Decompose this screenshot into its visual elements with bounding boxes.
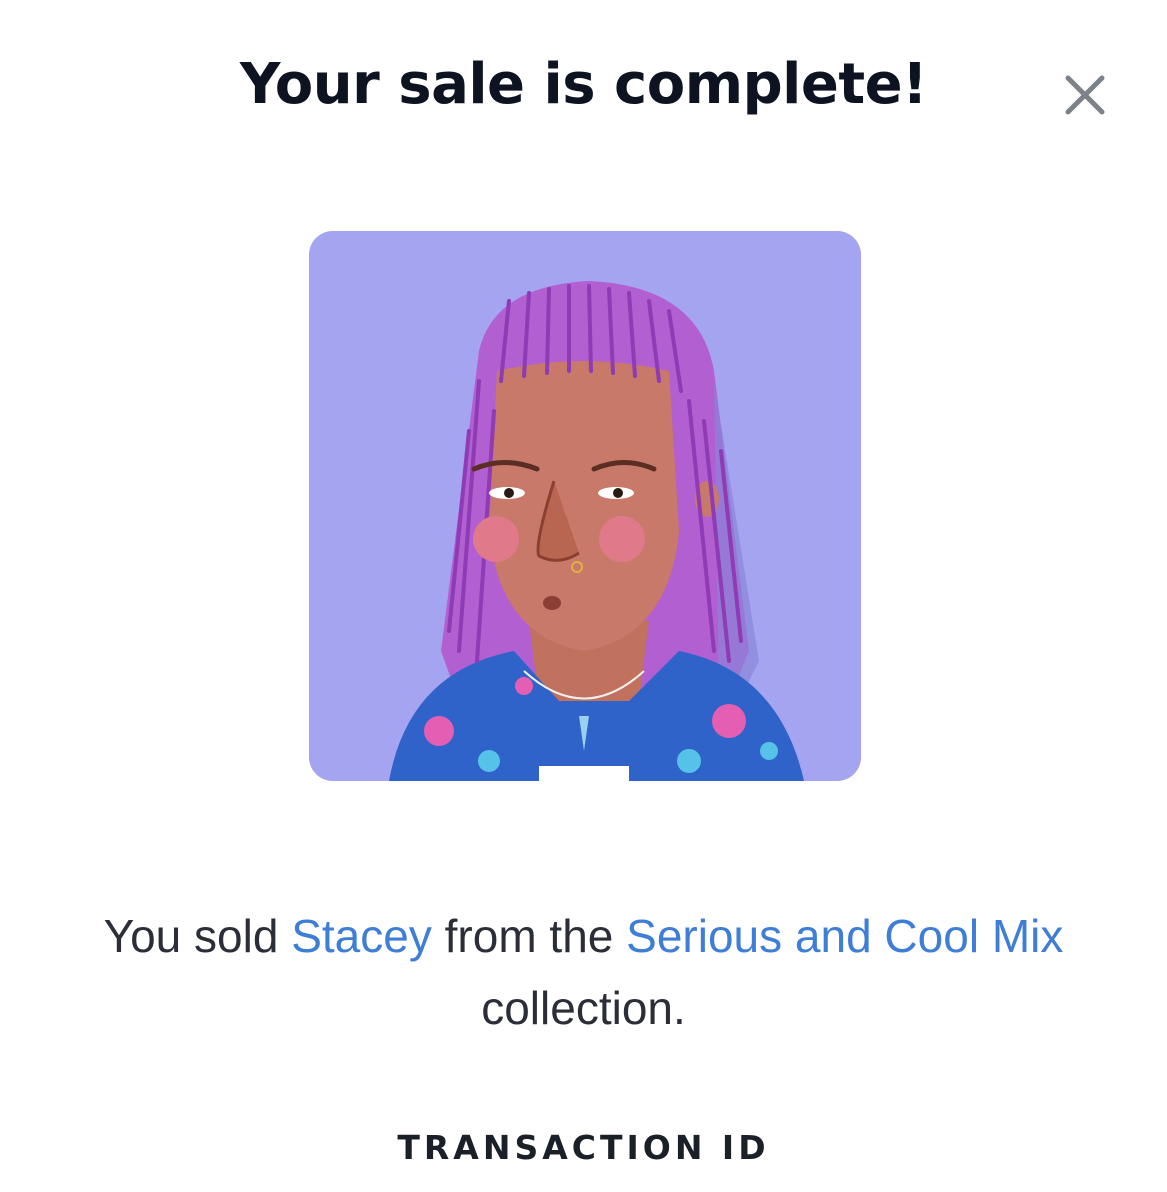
message-middle: from the (431, 910, 627, 962)
close-icon (1065, 75, 1105, 115)
message-prefix: You sold (103, 910, 292, 962)
collection-link[interactable]: Serious and Cool Mix (626, 910, 1063, 962)
message-suffix: collection. (481, 982, 686, 1034)
sale-message: You sold Stacey from the Serious and Coo… (60, 900, 1107, 1044)
transaction-id-label: TRANSACTION ID (397, 1128, 770, 1167)
modal-title: Your sale is complete! (239, 52, 928, 117)
nft-image (309, 231, 861, 781)
item-link[interactable]: Stacey (291, 910, 432, 962)
close-button[interactable] (1060, 70, 1110, 120)
